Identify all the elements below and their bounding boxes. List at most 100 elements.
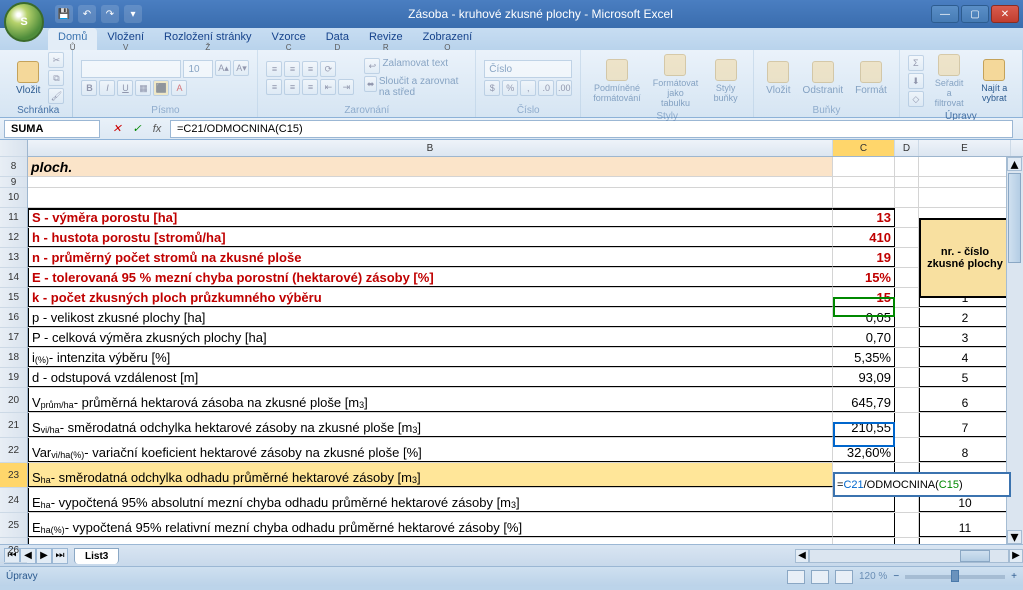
cell-styles-button[interactable]: Styly buňky (706, 57, 745, 105)
cell-D21[interactable] (895, 413, 919, 437)
row-header[interactable]: 16 (0, 308, 27, 328)
cell-B19[interactable]: d - odstupová vzdálenost [m] (28, 368, 833, 387)
cell-C25[interactable] (833, 513, 895, 537)
row-header[interactable]: 21 (0, 413, 27, 438)
minimize-button[interactable]: — (931, 5, 959, 23)
cell-B18[interactable]: i(%) - intenzita výběru [%] (28, 348, 833, 367)
hscroll-right-arrow[interactable]: ▶ (1009, 549, 1023, 563)
qat-dropdown-icon[interactable]: ▾ (124, 5, 142, 23)
cell-B15[interactable]: k - počet zkusných ploch průzkumného výb… (28, 288, 833, 307)
cell-C10[interactable] (833, 188, 895, 207)
fx-button[interactable]: fx (148, 120, 166, 138)
row-header[interactable]: 11 (0, 208, 27, 228)
cell-B26[interactable]: Vporost - zásoba celého porostu [m3] (28, 538, 833, 544)
cell-B20[interactable]: Vprům/ha - průměrná hektarová zásoba na … (28, 388, 833, 412)
row-header[interactable]: 9 (0, 177, 27, 188)
cell-C22[interactable]: 32,60% (833, 438, 895, 462)
format-table-button[interactable]: Formátovat jako tabulku (649, 52, 703, 110)
cell-C15[interactable]: 15 (833, 288, 895, 307)
scroll-up-arrow[interactable]: ▴ (1007, 157, 1022, 171)
office-button[interactable]: S (4, 2, 44, 42)
cell-D9[interactable] (895, 177, 919, 187)
row-header[interactable]: 23 (0, 463, 27, 488)
cell-C19[interactable]: 93,09 (833, 368, 895, 387)
cell-B25[interactable]: Eha(%) - vypočtená 95% relativní mezní c… (28, 513, 833, 537)
cell-E17[interactable]: 3 (919, 328, 1011, 347)
row-header[interactable]: 24 (0, 488, 27, 513)
row-header[interactable]: 10 (0, 188, 27, 208)
row-header[interactable]: 19 (0, 368, 27, 388)
tab-formulas[interactable]: VzorceC (261, 28, 315, 50)
cell-C16[interactable]: 0,05 (833, 308, 895, 327)
sort-filter-button[interactable]: Seřadit a filtrovat (928, 52, 971, 110)
conditional-formatting-button[interactable]: Podmíněné formátování (589, 57, 645, 105)
cell-D8[interactable] (895, 157, 919, 176)
scroll-down-arrow[interactable]: ▾ (1007, 530, 1022, 544)
row-header[interactable]: 14 (0, 268, 27, 288)
col-header-C[interactable]: C (833, 140, 895, 156)
sheet-tab-list3[interactable]: List3 (74, 548, 119, 564)
font-size-select[interactable]: 10 (183, 60, 213, 78)
cut-icon[interactable]: ✂ (48, 52, 64, 68)
cell-B24[interactable]: Eha - vypočtená 95% absolutní mezní chyb… (28, 488, 833, 512)
copy-icon[interactable]: ⧉ (48, 70, 64, 86)
cell-E26[interactable]: 12 (919, 538, 1011, 544)
cell-E8[interactable] (919, 157, 1011, 176)
qat-save-icon[interactable]: 💾 (55, 5, 73, 23)
sum-icon[interactable]: Σ (908, 55, 924, 71)
row-header[interactable]: 26 (0, 538, 27, 563)
last-sheet-button[interactable]: ⏭ (52, 548, 68, 564)
format-cells-button[interactable]: Formát (851, 59, 891, 98)
cell-E10[interactable] (919, 188, 1011, 207)
cell-C20[interactable]: 645,79 (833, 388, 895, 412)
cell-B14[interactable]: E - tolerovaná 95 % mezní chyba porostní… (28, 268, 833, 287)
cell-B21[interactable]: Svi/ha - směrodatná odchylka hektarové z… (28, 413, 833, 437)
row-header[interactable]: 18 (0, 348, 27, 368)
sheet-area[interactable]: 891011121314151617181920212223242526 B C… (0, 140, 1023, 544)
active-cell-editor[interactable]: =C21/ODMOCNINA(C15) (833, 472, 1011, 497)
find-select-button[interactable]: Najít a vybrat (974, 57, 1014, 105)
row-header[interactable]: 22 (0, 438, 27, 463)
cell-E25[interactable]: 11 (919, 513, 1011, 537)
cell-B9[interactable] (28, 177, 833, 187)
cell-E22[interactable]: 8 (919, 438, 1011, 462)
maximize-button[interactable]: ▢ (961, 5, 989, 23)
zoom-out-button[interactable]: − (893, 571, 899, 582)
cell-D26[interactable] (895, 538, 919, 544)
wrap-text-button[interactable]: ↩ (364, 58, 380, 74)
cell-C13[interactable]: 19 (833, 248, 895, 267)
vertical-scroll-thumb[interactable] (1008, 173, 1021, 263)
cell-C11[interactable]: 13 (833, 208, 895, 227)
cell-C12[interactable]: 410 (833, 228, 895, 247)
cell-B23[interactable]: Sha - směrodatná odchylka odhadu průměrn… (28, 463, 833, 487)
view-page-layout-button[interactable] (811, 570, 829, 584)
tab-view[interactable]: ZobrazeníO (413, 28, 483, 50)
col-header-B[interactable]: B (28, 140, 833, 156)
cell-B17[interactable]: P - celková výměra zkusných plochy [ha] (28, 328, 833, 347)
cell-B8[interactable]: ploch. (28, 157, 833, 176)
horizontal-scroll-thumb[interactable] (960, 550, 990, 562)
cell-C26[interactable] (833, 538, 895, 544)
tab-insert[interactable]: VloženíV (97, 28, 154, 50)
cell-C21[interactable]: 210,55 (833, 413, 895, 437)
tab-page-layout[interactable]: Rozložení stránkyŽ (154, 28, 261, 50)
row-header[interactable]: 17 (0, 328, 27, 348)
format-painter-icon[interactable]: 🖌 (48, 88, 64, 104)
cell-D22[interactable] (895, 438, 919, 462)
insert-cells-button[interactable]: Vložit (762, 59, 794, 98)
border-button[interactable]: ▦ (135, 80, 151, 96)
cell-C9[interactable] (833, 177, 895, 187)
col-header-E[interactable]: E (919, 140, 1011, 156)
merge-center-button[interactable]: ⬌ (364, 76, 376, 92)
cell-D17[interactable] (895, 328, 919, 347)
cell-D16[interactable] (895, 308, 919, 327)
fill-icon[interactable]: ⬇ (908, 73, 924, 89)
cell-B13[interactable]: n - průměrný počet stromů na zkusné ploš… (28, 248, 833, 267)
cell-E9[interactable] (919, 177, 1011, 187)
qat-redo-icon[interactable]: ↷ (101, 5, 119, 23)
row-header[interactable]: 8 (0, 157, 27, 177)
hscroll-left-arrow[interactable]: ◀ (795, 549, 809, 563)
cell-C14[interactable]: 15% (833, 268, 895, 287)
number-format-select[interactable]: Číslo (484, 60, 572, 78)
row-header[interactable]: 15 (0, 288, 27, 308)
